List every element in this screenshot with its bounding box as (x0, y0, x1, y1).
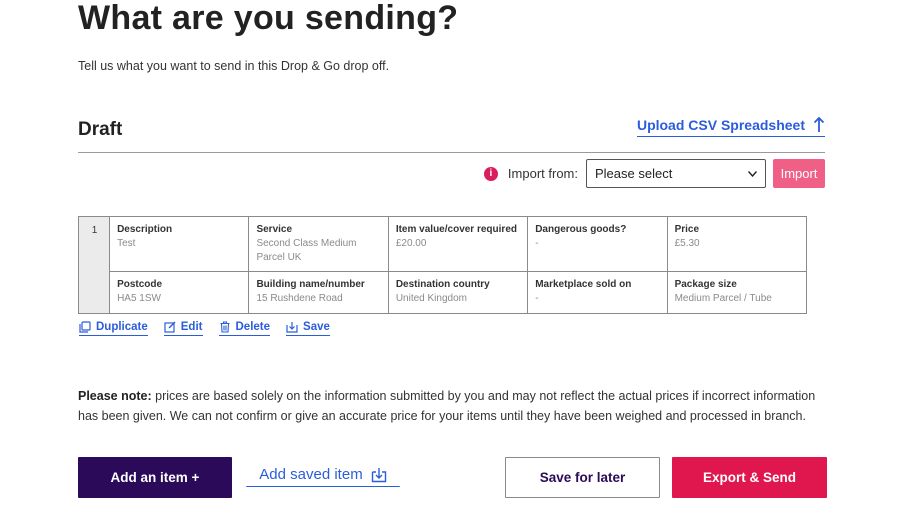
trash-icon (220, 321, 229, 333)
table-cell: Package size Medium Parcel / Tube (666, 271, 808, 314)
intro-text: Tell us what you want to send in this Dr… (78, 59, 390, 73)
table-row: Postcode HA5 1SW Building name/number 15 R… (79, 271, 808, 314)
upload-csv-link[interactable]: Upload CSV Spreadsheet (636, 117, 825, 137)
cell-value: £5.30 (674, 238, 700, 249)
table-cell: Service Second Class Medium Parcel UK (248, 216, 389, 272)
page-title: What are you sending? (78, 0, 459, 37)
cell-label: Postcode (117, 279, 163, 290)
upload-csv-label: Upload CSV Spreadsheet (636, 117, 805, 133)
add-item-button[interactable]: Add an item + (78, 457, 232, 498)
duplicate-button[interactable]: Duplicate (79, 321, 148, 336)
cell-label: Package size (674, 279, 737, 290)
download-box-icon (371, 467, 386, 482)
cell-label: Price (674, 224, 700, 235)
delete-button[interactable]: Delete (218, 321, 271, 336)
item-number: 1 (77, 216, 111, 314)
cell-value: Second Class Medium Parcel UK (256, 238, 357, 263)
note-heading: Please note: (78, 389, 152, 403)
edit-label: Edit (180, 321, 203, 333)
cell-value: HA5 1SW (117, 293, 161, 304)
import-row: i Import from: Please select Import (483, 159, 825, 188)
cell-label: Destination country (395, 279, 490, 290)
section-divider (78, 152, 825, 153)
cell-value: United Kingdom (395, 293, 467, 304)
import-select[interactable]: Please select (586, 159, 766, 188)
cell-label: Service (256, 224, 293, 235)
cell-value: £20.00 (395, 238, 427, 249)
table-cell: Destination country United Kingdom (387, 271, 529, 314)
save-button[interactable]: Save (286, 321, 330, 336)
add-saved-item-link[interactable]: Add saved item (246, 466, 400, 487)
cell-value: Medium Parcel / Tube (674, 293, 772, 304)
copy-icon (79, 321, 91, 333)
arrow-up-icon (813, 117, 825, 132)
item-actions: Duplicate Edit Delete Save (79, 321, 330, 336)
export-send-button[interactable]: Export & Send (672, 457, 827, 498)
cell-label: Marketplace sold on (535, 279, 632, 290)
table-cell: Postcode HA5 1SW (109, 271, 250, 314)
table-row: 1 Description Test Service Second Class Me… (77, 216, 808, 314)
table-cell: Marketplace sold on - (527, 271, 668, 314)
table-cell: Description Test (109, 216, 250, 272)
cell-value: 15 Rushdene Road (256, 293, 343, 304)
import-selected-value: Please select (595, 166, 673, 181)
cell-value: Test (117, 238, 136, 249)
duplicate-label: Duplicate (96, 321, 148, 333)
add-saved-item-label: Add saved item (259, 466, 363, 483)
delete-label: Delete (235, 321, 271, 333)
cell-label: Description (117, 224, 173, 235)
save-icon (286, 322, 298, 333)
cell-value: - (535, 238, 539, 249)
cell-label: Building name/number (256, 279, 365, 290)
pricing-note: Please note: prices are based solely on … (78, 386, 830, 426)
table-cell: Building name/number 15 Rushdene Road (248, 271, 389, 314)
pencil-icon (164, 321, 176, 333)
save-label: Save (303, 321, 330, 333)
item-table: 1 Description Test Service Second Class Me… (77, 216, 808, 314)
table-cell: Price £5.30 (666, 216, 808, 272)
edit-button[interactable]: Edit (163, 321, 203, 336)
cell-label: Dangerous goods? (535, 224, 627, 235)
info-icon[interactable]: i (483, 166, 498, 181)
save-for-later-button[interactable]: Save for later (505, 457, 660, 498)
note-text: prices are based solely on the informati… (78, 389, 816, 423)
cell-label: Item value/cover required (395, 224, 517, 235)
import-button[interactable]: Import (773, 159, 825, 188)
cell-value: - (535, 293, 539, 304)
table-cell: Item value/cover required £20.00 (387, 216, 529, 272)
import-label: Import from: (507, 166, 578, 181)
draft-heading: Draft (78, 119, 123, 140)
table-cell: Dangerous goods? - (527, 216, 668, 272)
chevron-down-icon (748, 170, 757, 177)
